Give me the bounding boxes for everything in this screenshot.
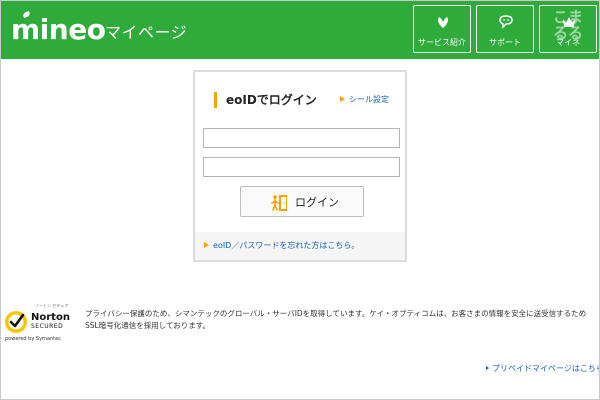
norton-check-icon — [5, 311, 27, 333]
header-bar: mineo マイページ サービス紹介 サポート マイネ こま るる — [1, 1, 599, 59]
norton-secured-text: SECURED — [31, 323, 64, 330]
service-intro-button[interactable]: サービス紹介 — [413, 5, 471, 53]
service-intro-label: サービス紹介 — [418, 38, 466, 47]
arrow-right-icon — [340, 95, 345, 102]
support-button[interactable]: サポート — [476, 5, 534, 53]
norton-powered-text: powered by Symantec — [5, 336, 61, 342]
support-label: サポート — [489, 38, 521, 47]
seal-settings-label: シール設定 — [349, 95, 389, 104]
login-panel: eoIDでログイン シール設定 ログイン eoID／パスワードを忘れた方はこちら… — [193, 70, 407, 262]
eoid-input[interactable] — [203, 128, 400, 148]
leaf-icon — [438, 17, 448, 28]
login-button[interactable]: ログイン — [240, 186, 364, 217]
login-footer: eoID／パスワードを忘れた方はこちら。 — [195, 232, 405, 260]
page-title: マイページ — [105, 23, 188, 42]
norton-brand: Norton — [31, 312, 70, 323]
login-title: eoIDでログイン — [226, 93, 317, 107]
login-button-label: ログイン — [295, 196, 339, 209]
password-input[interactable] — [203, 157, 400, 177]
norton-secured-badge[interactable]: ノートン セキュア Norton SECURED powered by Syma… — [3, 303, 70, 343]
support-icon — [499, 15, 513, 29]
prepaid-link-label: プリペイドマイページはこちら — [492, 364, 600, 373]
door-enter-icon — [271, 195, 287, 211]
watermark-stamp: こま るる — [552, 9, 583, 42]
title-accent-bar — [214, 92, 217, 108]
privacy-notice: プライバシー保護のため、シマンテックのグローバル・サーバIDを取得しています。ケ… — [85, 309, 587, 330]
arrow-right-icon — [486, 366, 489, 370]
mineo-logo[interactable]: mineo — [11, 13, 106, 47]
seal-settings-link[interactable]: シール設定 — [340, 95, 389, 105]
arrow-right-icon — [204, 241, 209, 248]
norton-tag: ノートン セキュア — [35, 303, 69, 308]
prepaid-mypage-link[interactable]: プリペイドマイページはこちら — [486, 364, 600, 374]
forgot-password-link[interactable]: eoID／パスワードを忘れた方はこちら。 — [204, 241, 359, 251]
forgot-password-label: eoID／パスワードを忘れた方はこちら。 — [213, 241, 360, 250]
